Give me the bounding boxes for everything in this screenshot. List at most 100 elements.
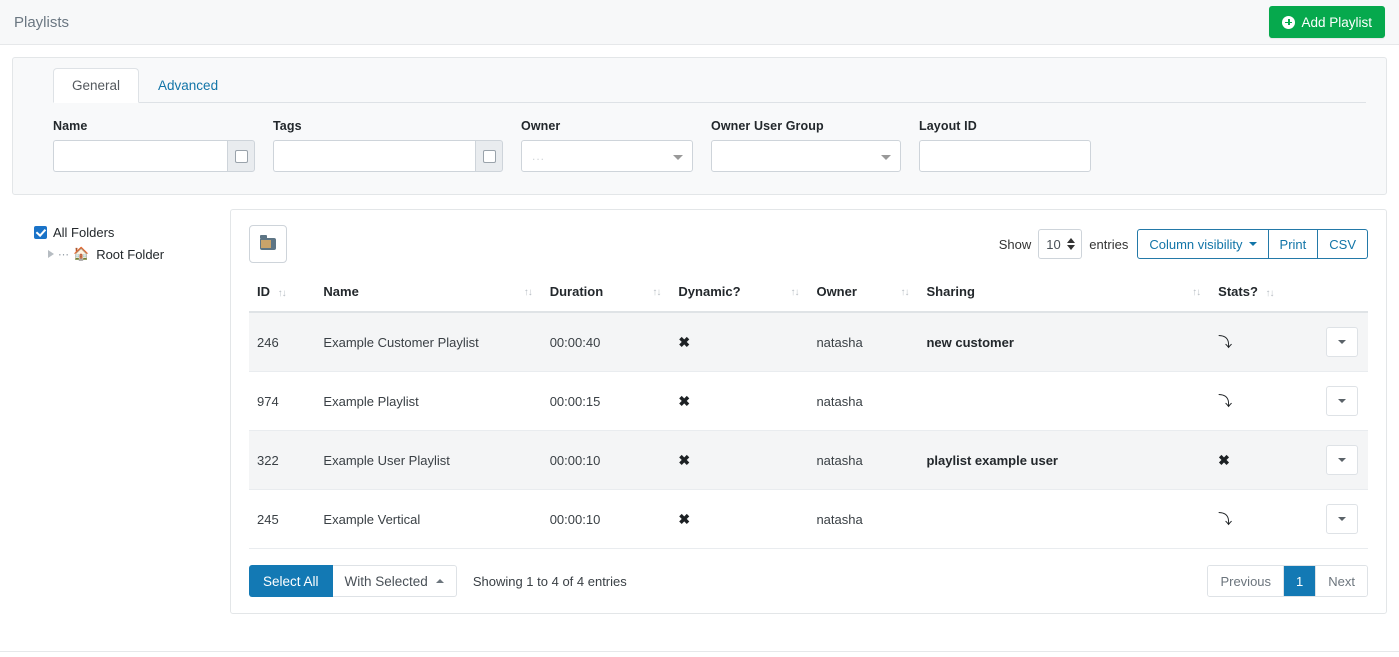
pagination-page-1[interactable]: 1 xyxy=(1284,566,1316,596)
th-dynamic[interactable]: Dynamic? ↑↓ xyxy=(670,274,808,312)
root-folder-row[interactable]: ⋯ 🏠 Root Folder xyxy=(48,243,220,265)
sort-updown-icon: ↑↓ xyxy=(278,288,286,299)
table-toolbar-right: Show 10 entries Column visibility Print xyxy=(999,229,1368,259)
tags-exact-toggle[interactable] xyxy=(475,140,503,172)
owner-user-group-select[interactable] xyxy=(711,140,901,172)
filter-tabs: General Advanced xyxy=(53,68,1366,103)
all-folders-checkbox[interactable] xyxy=(34,226,47,239)
expand-triangle-icon[interactable] xyxy=(48,250,54,258)
select-all-button[interactable]: Select All xyxy=(249,565,333,597)
inherit-arrow-icon: ⤵ xyxy=(1218,511,1232,527)
tags-input[interactable] xyxy=(273,140,475,172)
chevron-down-icon xyxy=(1249,242,1257,246)
th-actions xyxy=(1318,274,1368,312)
th-stats-label: Stats? xyxy=(1218,284,1258,299)
folder-button[interactable] xyxy=(249,225,287,263)
layout-id-input[interactable] xyxy=(919,140,1091,172)
sort-updown-icon: ↑↓ xyxy=(1192,287,1200,298)
cell-id: 322 xyxy=(249,431,315,490)
cell-owner: natasha xyxy=(808,431,918,490)
th-owner[interactable]: Owner ↑↓ xyxy=(808,274,918,312)
name-input[interactable] xyxy=(53,140,227,172)
th-duration[interactable]: Duration ↑↓ xyxy=(542,274,671,312)
print-button[interactable]: Print xyxy=(1269,229,1319,259)
cell-name: Example Playlist xyxy=(315,372,541,431)
chevron-up-icon xyxy=(436,579,444,583)
owner-placeholder: ... xyxy=(532,149,545,163)
th-dynamic-label: Dynamic? xyxy=(678,284,740,299)
cell-sharing xyxy=(918,490,1210,549)
folder-icon xyxy=(260,238,276,250)
cell-name: Example User Playlist xyxy=(315,431,541,490)
cell-duration: 00:00:10 xyxy=(542,431,671,490)
cell-id: 974 xyxy=(249,372,315,431)
playlists-table-card: Show 10 entries Column visibility Print xyxy=(230,209,1387,614)
cell-dynamic: ✖ xyxy=(670,372,808,431)
cell-sharing: playlist example user xyxy=(918,431,1210,490)
table-row[interactable]: 246Example Customer Playlist00:00:40✖nat… xyxy=(249,312,1368,372)
cell-dynamic: ✖ xyxy=(670,431,808,490)
row-menu-button[interactable] xyxy=(1326,327,1358,357)
all-folders-row[interactable]: All Folders xyxy=(34,221,220,243)
tags-label: Tags xyxy=(273,119,503,133)
table-row[interactable]: 245Example Vertical00:00:10✖natasha⤵ xyxy=(249,490,1368,549)
plus-circle-icon xyxy=(1282,16,1295,29)
tab-general[interactable]: General xyxy=(53,68,139,103)
cell-id: 246 xyxy=(249,312,315,372)
add-playlist-button[interactable]: Add Playlist xyxy=(1269,6,1385,38)
page-length-select[interactable]: 10 xyxy=(1038,229,1082,259)
th-id[interactable]: ID ↑↓ xyxy=(249,274,315,312)
pagination-previous[interactable]: Previous xyxy=(1208,566,1284,596)
chevron-down-icon xyxy=(1338,340,1346,344)
tab-advanced[interactable]: Advanced xyxy=(139,68,237,103)
cell-actions xyxy=(1318,490,1368,549)
cell-name: Example Customer Playlist xyxy=(315,312,541,372)
cross-icon: ✖ xyxy=(678,452,690,468)
chevron-down-icon xyxy=(1338,458,1346,462)
table-footer: Select All With Selected Showing 1 to 4 … xyxy=(249,565,1368,597)
table-row[interactable]: 974Example Playlist00:00:15✖natasha⤵ xyxy=(249,372,1368,431)
cell-dynamic: ✖ xyxy=(670,490,808,549)
print-label: Print xyxy=(1280,237,1307,252)
owner-select[interactable]: ... xyxy=(521,140,693,172)
stepper-icon xyxy=(1067,238,1075,250)
content-area: All Folders ⋯ 🏠 Root Folder Show 10 xyxy=(12,209,1387,614)
cell-owner: natasha xyxy=(808,372,918,431)
csv-label: CSV xyxy=(1329,237,1356,252)
add-playlist-label: Add Playlist xyxy=(1301,15,1372,30)
chevron-down-icon xyxy=(673,155,683,160)
cell-duration: 00:00:10 xyxy=(542,490,671,549)
cell-id: 245 xyxy=(249,490,315,549)
th-duration-label: Duration xyxy=(550,284,603,299)
name-exact-toggle[interactable] xyxy=(227,140,255,172)
cross-icon: ✖ xyxy=(1218,452,1230,468)
th-name[interactable]: Name ↑↓ xyxy=(315,274,541,312)
cell-stats: ✖ xyxy=(1210,431,1318,490)
column-visibility-button[interactable]: Column visibility xyxy=(1137,229,1268,259)
with-selected-button[interactable]: With Selected xyxy=(333,565,457,597)
cross-icon: ✖ xyxy=(678,393,690,409)
th-sharing[interactable]: Sharing ↑↓ xyxy=(918,274,1210,312)
playlists-table: ID ↑↓ Name ↑↓ Duration ↑↓ Dynamic? ↑↓ xyxy=(249,274,1368,549)
page-title: Playlists xyxy=(14,14,69,31)
row-menu-button[interactable] xyxy=(1326,445,1358,475)
pagination-next[interactable]: Next xyxy=(1316,566,1367,596)
owner-user-group-label: Owner User Group xyxy=(711,119,901,133)
row-menu-button[interactable] xyxy=(1326,386,1358,416)
layout-id-label: Layout ID xyxy=(919,119,1091,133)
th-stats[interactable]: Stats? ↑↓ xyxy=(1210,274,1318,312)
sort-updown-icon: ↑↓ xyxy=(652,287,660,298)
sort-updown-icon: ↑↓ xyxy=(790,287,798,298)
row-menu-button[interactable] xyxy=(1326,504,1358,534)
sort-updown-icon: ↑↓ xyxy=(900,287,908,298)
th-sharing-label: Sharing xyxy=(926,284,974,299)
table-toolbar: Show 10 entries Column visibility Print xyxy=(249,224,1368,264)
table-row[interactable]: 322Example User Playlist00:00:10 ✖ natasha… xyxy=(249,431,1368,490)
csv-button[interactable]: CSV xyxy=(1318,229,1368,259)
th-owner-label: Owner xyxy=(816,284,856,299)
cell-stats: ⤵ xyxy=(1210,312,1318,372)
filter-field-name: Name xyxy=(53,119,255,172)
column-visibility-label: Column visibility xyxy=(1149,237,1242,252)
filter-card: General Advanced Name Tags Owner xyxy=(12,57,1387,195)
cell-owner: natasha xyxy=(808,490,918,549)
